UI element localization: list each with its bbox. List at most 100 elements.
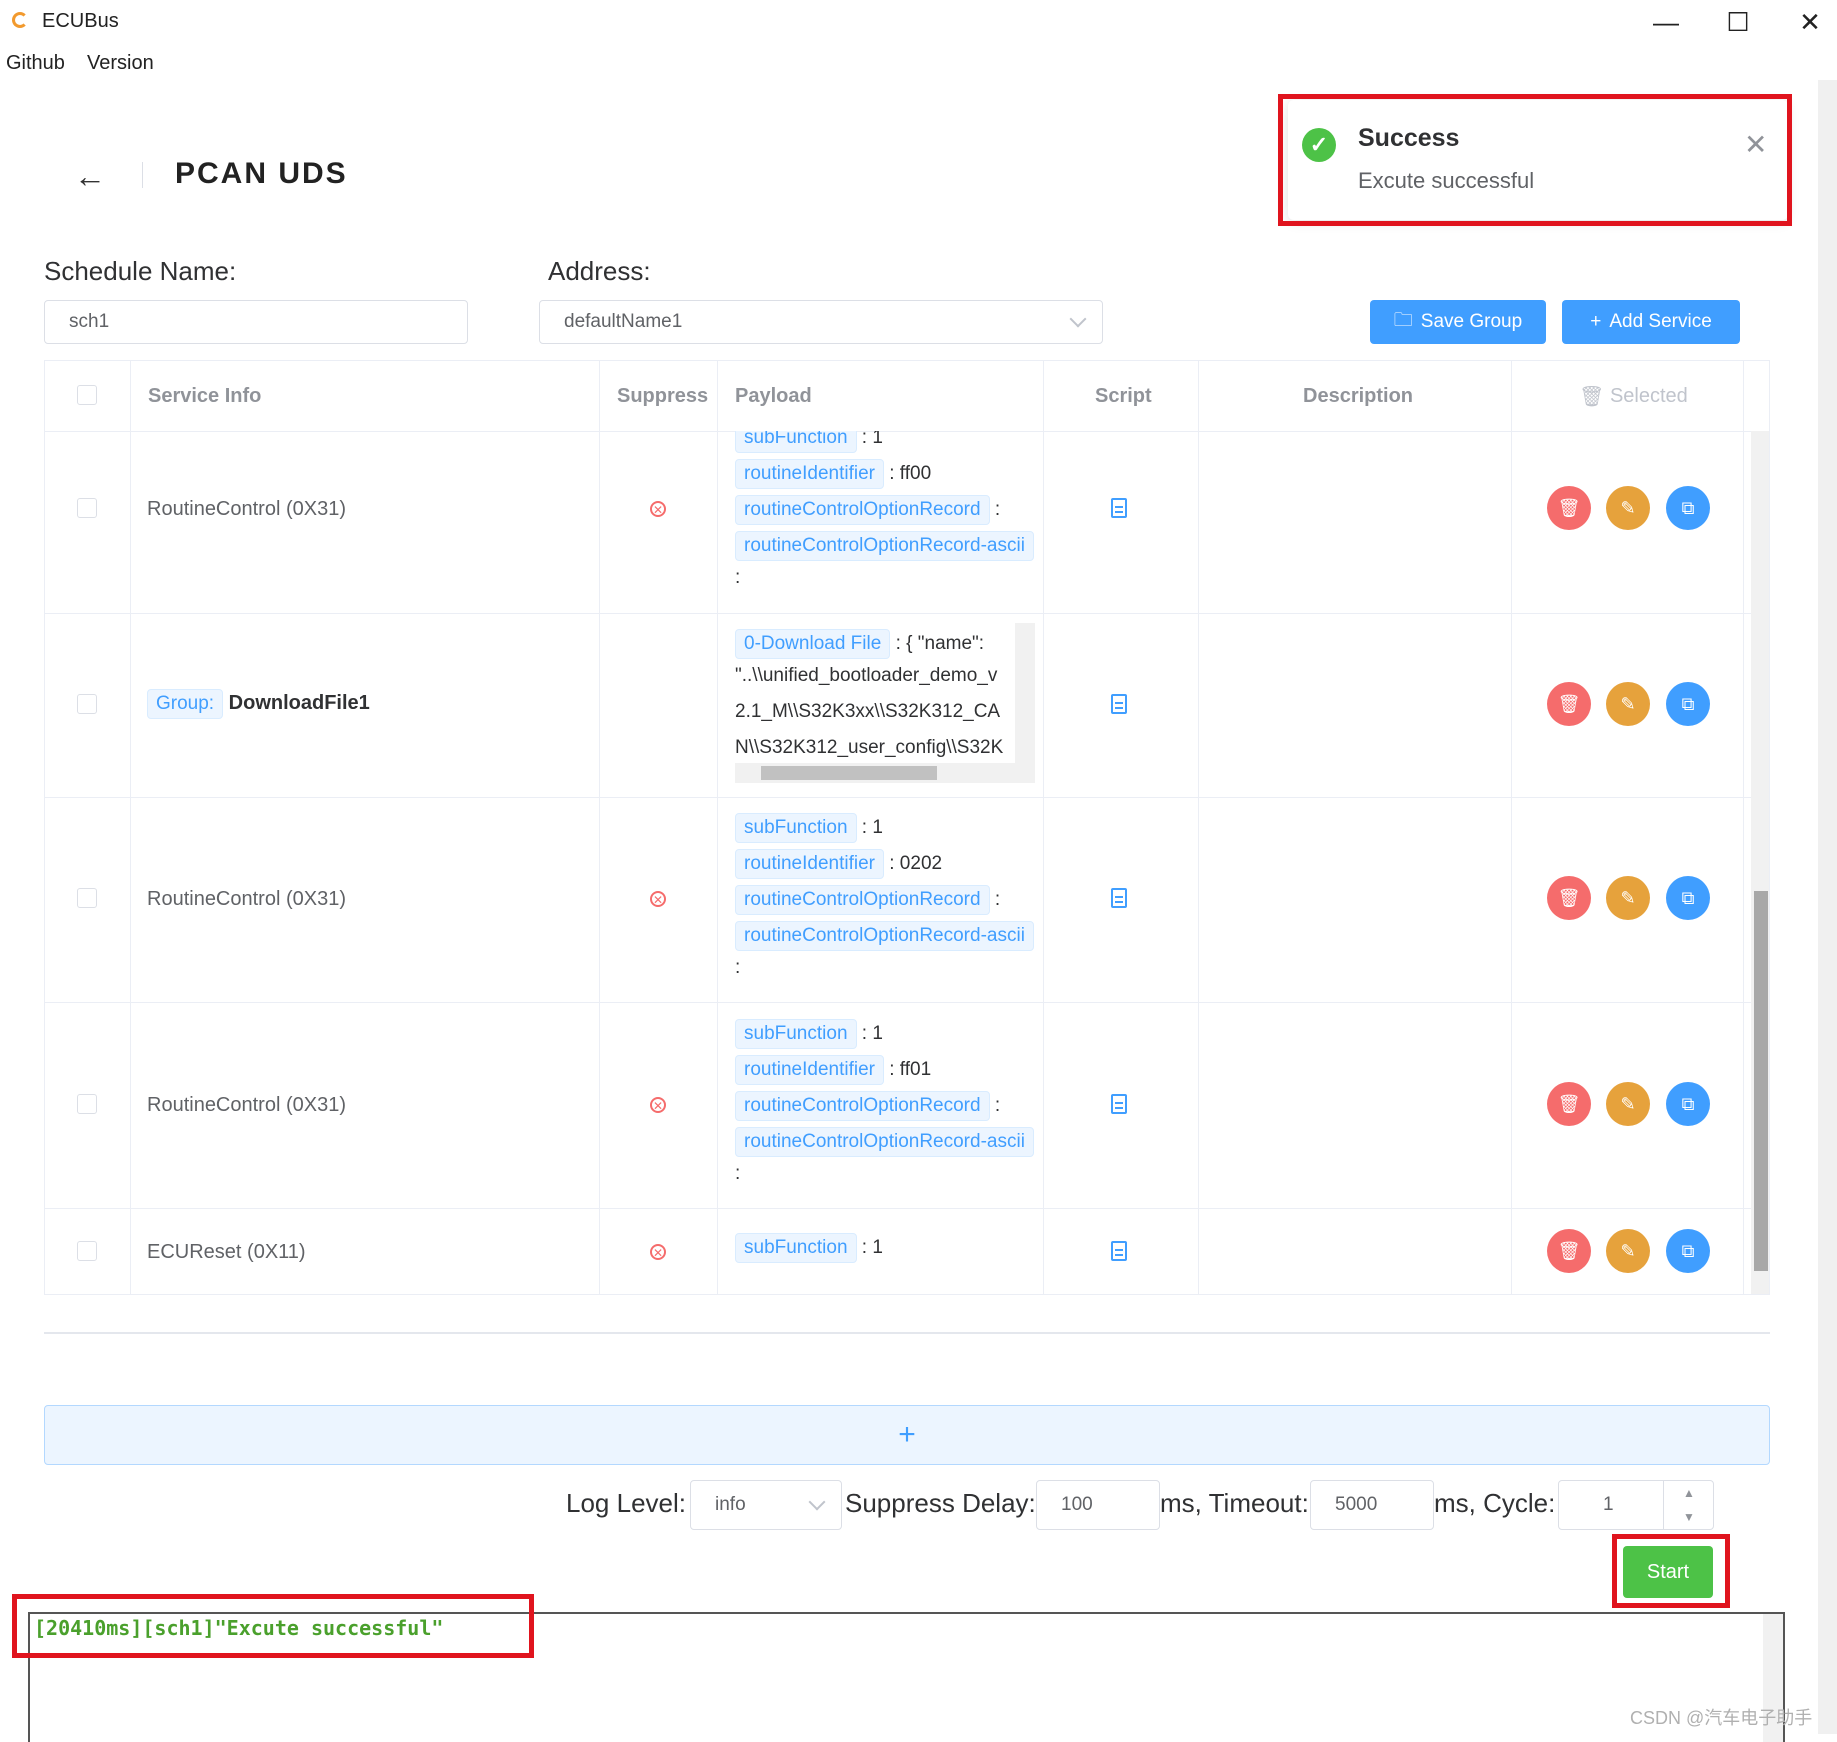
payload-key: 0-Download File — [735, 629, 891, 659]
schedule-name-input[interactable]: sch1 — [44, 300, 468, 344]
select-all-checkbox[interactable] — [77, 385, 97, 405]
schedule-name-label: Schedule Name: — [44, 256, 237, 286]
back-arrow-icon[interactable]: ← — [74, 158, 106, 195]
delete-button[interactable]: 🗑 — [1547, 1229, 1591, 1273]
selected-label: Selected — [1609, 384, 1688, 407]
payload-key: subFunction — [735, 431, 857, 453]
address-select[interactable]: defaultName1 — [539, 300, 1103, 344]
header-service-info: Service Info — [148, 384, 262, 407]
cycle-input[interactable]: 1 ▲ ▼ — [1558, 1480, 1714, 1530]
suppress-off-icon: ✕ — [650, 1244, 666, 1260]
save-group-label: Save Group — [1420, 311, 1523, 332]
payload-hscrollbar[interactable] — [735, 763, 1035, 783]
script-file-icon[interactable] — [1111, 1241, 1127, 1261]
edit-button[interactable]: ✎ — [1606, 1082, 1650, 1126]
delete-selected-button[interactable]: 🗑 Selected — [1579, 361, 1688, 431]
close-window-button[interactable]: ✕ — [1780, 4, 1837, 40]
payload-key: routineControlOptionRecord-ascii — [735, 531, 1034, 561]
copy-button[interactable]: ⧉ — [1666, 1229, 1710, 1273]
trash-icon: 🗑 — [1579, 385, 1610, 408]
payload-key: routineIdentifier — [735, 849, 884, 879]
service-info: ECUReset (0X11) — [147, 1241, 306, 1263]
add-service-label: Add Service — [1609, 311, 1712, 332]
log-level-label: Log Level: — [566, 1488, 686, 1518]
row-checkbox[interactable] — [77, 498, 97, 518]
group-tag: Group: — [147, 689, 224, 719]
row-checkbox[interactable] — [77, 1241, 97, 1261]
payload-scroll-area[interactable]: 0-Download File : { "name": "..\\unified… — [735, 623, 1035, 783]
copy-button[interactable]: ⧉ — [1666, 1082, 1710, 1126]
service-table: Service Info Suppress Payload Script Des… — [44, 360, 1770, 1295]
table-scrollbar[interactable] — [1751, 431, 1769, 1294]
page-scrollbar[interactable] — [1818, 80, 1837, 1734]
copy-button[interactable]: ⧉ — [1666, 486, 1710, 530]
payload-line: routineControlOptionRecord-ascii — [735, 531, 1034, 561]
watermark: CSDN @汽车电子助手 — [1630, 1708, 1813, 1728]
script-file-icon[interactable] — [1111, 498, 1127, 518]
header-script: Script — [1095, 384, 1152, 407]
payload-line: "..\\unified_bootloader_demo_v — [735, 665, 998, 686]
payload-line: 2.1_M\\S32K3xx\\S32K312_CA — [735, 701, 1001, 722]
delete-button[interactable]: 🗑 — [1547, 1082, 1591, 1126]
menu-github[interactable]: Github — [6, 52, 65, 75]
edit-button[interactable]: ✎ — [1606, 486, 1650, 530]
delete-button[interactable]: 🗑 — [1547, 486, 1591, 530]
payload-vscrollbar[interactable] — [1015, 623, 1035, 763]
script-file-icon[interactable] — [1111, 694, 1127, 714]
copy-button[interactable]: ⧉ — [1666, 876, 1710, 920]
timeout-input[interactable]: 5000 — [1310, 1480, 1434, 1530]
payload-line: routineControlOptionRecord-ascii — [735, 1127, 1034, 1157]
suppress-off-icon: ✕ — [650, 891, 666, 907]
suppress-off-icon: ✕ — [650, 501, 666, 517]
table-scroll-thumb[interactable] — [1754, 891, 1768, 1271]
menu-version[interactable]: Version — [87, 52, 154, 75]
section-divider — [44, 1332, 1770, 1334]
suppress-delay-input[interactable]: 100 — [1036, 1480, 1160, 1530]
edit-button[interactable]: ✎ — [1606, 876, 1650, 920]
payload-key: subFunction — [735, 813, 857, 843]
payload-line: 0-Download File : { "name": — [735, 629, 984, 659]
service-info: RoutineControl (0X31) — [147, 498, 346, 520]
copy-button[interactable]: ⧉ — [1666, 682, 1710, 726]
delete-button[interactable]: 🗑 — [1547, 682, 1591, 726]
add-row-button[interactable]: + — [44, 1405, 1770, 1465]
script-file-icon[interactable] — [1111, 1094, 1127, 1114]
payload-line: routineIdentifier : ff01 — [735, 1055, 931, 1085]
payload-value: : — [994, 1095, 1001, 1116]
payload-key: routineControlOptionRecord — [735, 1091, 990, 1121]
payload-line: subFunction : 1 — [735, 1019, 883, 1049]
row-checkbox[interactable] — [77, 888, 97, 908]
payload-cell: subFunction : 1 — [735, 1229, 1035, 1269]
payload-key: subFunction — [735, 1233, 857, 1263]
cycle-stepper[interactable]: ▲ ▼ — [1663, 1481, 1714, 1529]
minimize-button[interactable]: — — [1636, 4, 1696, 40]
payload-value: : ff00 — [889, 463, 932, 484]
payload-line: : — [735, 1163, 741, 1184]
start-button[interactable]: Start — [1623, 1546, 1713, 1598]
address-select-value: defaultName1 — [564, 311, 683, 332]
highlight-box-notification — [1278, 94, 1792, 226]
row-checkbox[interactable] — [77, 1094, 97, 1114]
delete-button[interactable]: 🗑 — [1547, 876, 1591, 920]
chevron-down-icon — [1069, 310, 1087, 328]
edit-button[interactable]: ✎ — [1606, 682, 1650, 726]
save-group-button[interactable]: 🗀 Save Group — [1370, 300, 1546, 344]
log-level-select[interactable]: info — [690, 1480, 842, 1530]
payload-key: routineIdentifier — [735, 459, 884, 489]
row-checkbox[interactable] — [77, 694, 97, 714]
payload-value: : — [994, 499, 1001, 520]
payload-hscroll-thumb[interactable] — [761, 766, 937, 780]
edit-button[interactable]: ✎ — [1606, 1229, 1650, 1273]
payload-line: subFunction : 1 — [735, 431, 883, 453]
chevron-down-icon — [808, 1493, 826, 1511]
payload-value: : 0202 — [889, 853, 943, 874]
payload-key: routineControlOptionRecord — [735, 885, 990, 915]
script-file-icon[interactable] — [1111, 888, 1127, 908]
payload-line: routineIdentifier : 0202 — [735, 849, 942, 879]
service-info: RoutineControl (0X31) — [147, 1094, 346, 1116]
maximize-button[interactable]: ☐ — [1708, 4, 1768, 40]
add-service-button[interactable]: + Add Service — [1562, 300, 1740, 344]
payload-line: routineControlOptionRecord-ascii — [735, 921, 1034, 951]
payload-line: routineControlOptionRecord : — [735, 1091, 1000, 1121]
header-suppress: Suppress — [617, 384, 709, 407]
